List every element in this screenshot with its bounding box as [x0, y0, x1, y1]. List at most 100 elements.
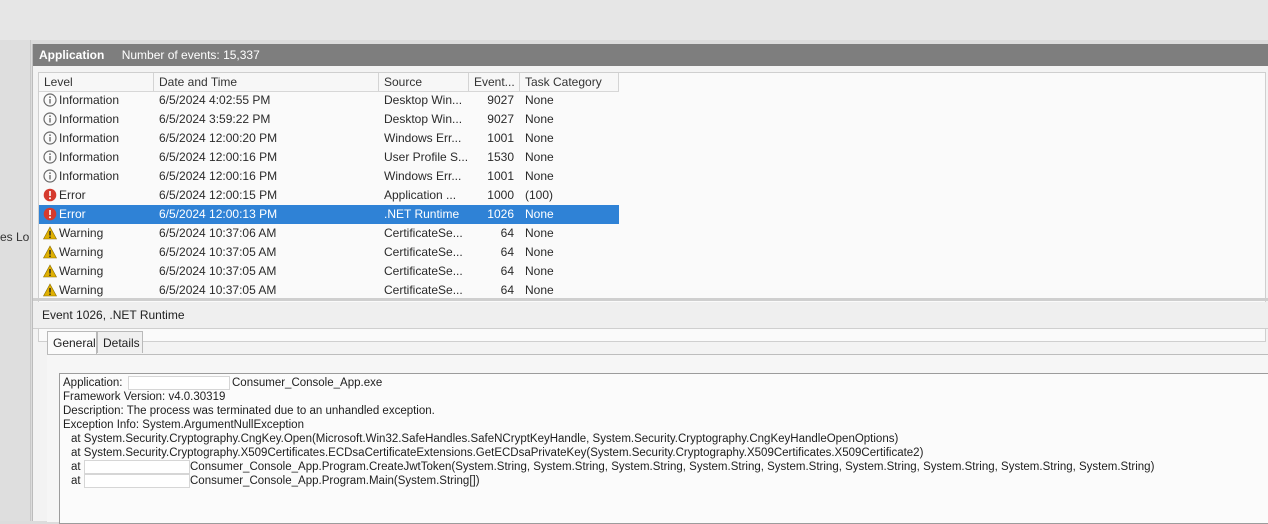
- warning-icon: [42, 283, 58, 297]
- cell-task-category: (100): [525, 188, 554, 202]
- cell-event-id: 64: [500, 226, 514, 240]
- pane-splitter[interactable]: [33, 298, 1268, 301]
- cell-event-id: 9027: [487, 112, 514, 126]
- column-header-task-category[interactable]: Task Category: [520, 73, 619, 91]
- event-count: Number of events: 15,337: [121, 48, 260, 62]
- info-icon: [43, 150, 57, 164]
- table-row[interactable]: Information 6/5/2024 12:00:16 PM User Prof…: [39, 148, 619, 167]
- event-viewer-panel: Application Number of events: 15,337 Lev…: [32, 44, 1268, 524]
- cell-task-category: None: [525, 264, 554, 278]
- cell-task-category: None: [525, 226, 554, 240]
- tab-details[interactable]: Details: [97, 331, 143, 353]
- info-icon: [43, 169, 57, 183]
- cell-source: Application ...: [384, 188, 457, 202]
- redacted-box: [128, 376, 230, 390]
- event-description-box[interactable]: Application: Consumer_Console_App.exe Fr…: [59, 373, 1268, 524]
- cell-level: Information: [59, 112, 120, 126]
- navigation-pane: es Lo: [0, 40, 31, 521]
- cell-task-category: None: [525, 93, 554, 107]
- cell-source: User Profile S...: [384, 150, 469, 164]
- stack-frame-3: Consumer_Console_App.Program.CreateJwtTo…: [190, 461, 1155, 473]
- redacted-box: [84, 474, 190, 488]
- table-row[interactable]: Information 6/5/2024 12:00:16 PM Windows E…: [39, 167, 619, 186]
- redacted-box: [84, 460, 190, 474]
- cell-level: Information: [59, 150, 120, 164]
- cell-source: Windows Err...: [384, 169, 462, 183]
- column-header-event-id[interactable]: Event...: [469, 73, 520, 91]
- stack-frame-2: at System.Security.Cryptography.X509Cert…: [71, 447, 924, 459]
- tab-general[interactable]: General: [47, 331, 97, 355]
- column-header-source[interactable]: Source: [379, 73, 469, 91]
- cell-task-category: None: [525, 169, 554, 183]
- info-icon: [43, 93, 57, 107]
- cell-date-time: 6/5/2024 12:00:16 PM: [159, 150, 278, 164]
- cell-level: Error: [59, 207, 86, 221]
- cell-level: Warning: [59, 264, 104, 278]
- desc-application-name: Consumer_Console_App.exe: [232, 377, 383, 389]
- cell-task-category: None: [525, 245, 554, 259]
- table-row[interactable]: Warning 6/5/2024 10:37:06 AM CertificateSe…: [39, 224, 619, 243]
- cell-level: Warning: [59, 245, 104, 259]
- stack-frame-1: at System.Security.Cryptography.CngKey.O…: [71, 433, 899, 445]
- table-row-selected[interactable]: Error 6/5/2024 12:00:13 PM .NET Runtime 102…: [39, 205, 619, 224]
- info-icon: [43, 131, 57, 145]
- table-row[interactable]: Error 6/5/2024 12:00:15 PM Application ...…: [39, 186, 619, 205]
- cell-task-category: None: [525, 131, 554, 145]
- cell-event-id: 1530: [487, 150, 514, 164]
- cell-source: CertificateSe...: [384, 264, 463, 278]
- desc-exception-info: Exception Info: System.ArgumentNullExcep…: [63, 419, 304, 431]
- window-top-area: [0, 0, 1268, 40]
- desc-application-label: Application:: [63, 377, 123, 389]
- log-name: Application: [39, 48, 105, 62]
- event-detail-title: Event 1026, .NET Runtime: [42, 308, 185, 322]
- cell-date-time: 6/5/2024 4:02:55 PM: [159, 93, 271, 107]
- warning-icon: [42, 264, 58, 278]
- cell-level: Information: [59, 169, 120, 183]
- cell-date-time: 6/5/2024 3:59:22 PM: [159, 112, 271, 126]
- cell-source: CertificateSe...: [384, 245, 463, 259]
- cell-source: Windows Err...: [384, 131, 462, 145]
- cell-event-id: 9027: [487, 93, 514, 107]
- table-row[interactable]: Information 6/5/2024 12:00:20 PM Windows E…: [39, 129, 619, 148]
- cell-task-category: None: [525, 112, 554, 126]
- cell-date-time: 6/5/2024 10:37:06 AM: [159, 226, 277, 240]
- column-header-date[interactable]: Date and Time: [154, 73, 379, 91]
- general-tab-content: Application: Consumer_Console_App.exe Fr…: [47, 354, 1268, 524]
- cell-task-category: None: [525, 150, 554, 164]
- cell-event-id: 1001: [487, 131, 514, 145]
- cell-event-id: 64: [500, 264, 514, 278]
- table-row[interactable]: Information 6/5/2024 3:59:22 PM Desktop Wi…: [39, 110, 619, 129]
- column-header-level[interactable]: Level: [39, 73, 154, 91]
- cell-event-id: 1001: [487, 169, 514, 183]
- warning-icon: [42, 226, 58, 240]
- cell-date-time: 6/5/2024 12:00:20 PM: [159, 131, 278, 145]
- stack-frame-3-prefix: at: [71, 461, 81, 473]
- table-row[interactable]: Warning 6/5/2024 10:37:05 AM CertificateSe…: [39, 243, 619, 262]
- error-icon: [43, 188, 57, 202]
- desc-description: Description: The process was terminated …: [63, 405, 435, 417]
- stack-frame-4: Consumer_Console_App.Program.Main(System…: [190, 475, 480, 487]
- cell-date-time: 6/5/2024 10:37:05 AM: [159, 264, 277, 278]
- cell-date-time: 6/5/2024 12:00:16 PM: [159, 169, 278, 183]
- nav-clipped-label[interactable]: es Lo: [0, 230, 29, 244]
- cell-source: Desktop Win...: [384, 112, 463, 126]
- table-row[interactable]: Information 6/5/2024 4:02:55 PM Desktop Wi…: [39, 91, 619, 110]
- info-icon: [43, 112, 57, 126]
- warning-icon: [42, 245, 58, 259]
- stack-frame-4-prefix: at: [71, 475, 81, 487]
- event-detail-header: Event 1026, .NET Runtime: [33, 302, 1268, 329]
- cell-date-time: 6/5/2024 12:00:13 PM: [159, 207, 278, 221]
- desc-framework-version: Framework Version: v4.0.30319: [63, 391, 226, 403]
- cell-level: Error: [59, 188, 86, 202]
- log-title-bar: Application Number of events: 15,337: [33, 44, 1268, 66]
- cell-task-category: None: [525, 207, 554, 221]
- cell-date-time: 6/5/2024 10:37:05 AM: [159, 245, 277, 259]
- error-icon: [43, 207, 57, 221]
- cell-level: Information: [59, 93, 120, 107]
- cell-source: .NET Runtime: [384, 207, 460, 221]
- cell-event-id: 64: [500, 245, 514, 259]
- cell-event-id: 1000: [487, 188, 514, 202]
- table-row[interactable]: Warning 6/5/2024 10:37:05 AM CertificateSe…: [39, 262, 619, 281]
- cell-source: CertificateSe...: [384, 226, 463, 240]
- cell-event-id: 1026: [487, 207, 514, 221]
